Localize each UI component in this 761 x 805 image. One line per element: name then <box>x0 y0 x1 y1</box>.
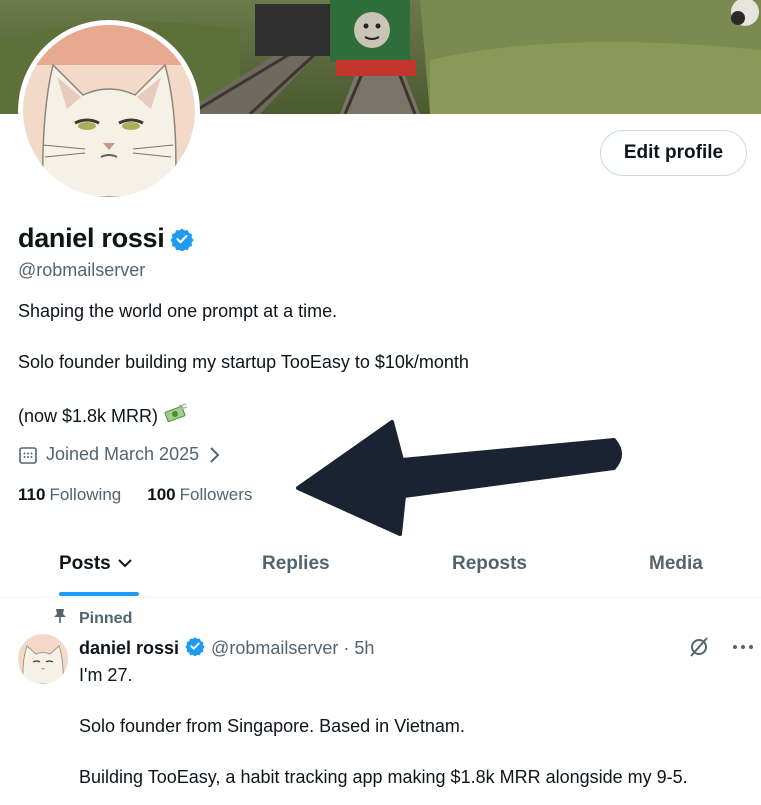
pinned-indicator: Pinned <box>53 608 132 629</box>
post-text-line-3: Building TooEasy, a habit tracking app m… <box>79 767 688 787</box>
bio-line-3-row: (now $1.8k MRR) <box>18 403 188 430</box>
joined-date-link[interactable]: Joined March 2025 <box>18 444 221 465</box>
annotation-arrow <box>296 420 622 536</box>
post-text-line-2: Solo founder from Singapore. Based in Vi… <box>79 716 465 736</box>
tab-replies-label: Replies <box>262 553 330 574</box>
profile-name-row: daniel rossi <box>18 223 195 254</box>
bio-line-3: (now $1.8k MRR) <box>18 406 159 426</box>
money-emoji-icon <box>164 403 188 430</box>
tab-reposts-label: Reposts <box>452 553 527 574</box>
follow-stats: 110 Following 100 Followers <box>18 485 252 505</box>
post-actions <box>688 636 754 658</box>
followers-label: Followers <box>179 485 253 504</box>
tab-posts[interactable]: Posts <box>59 553 133 575</box>
tab-reposts[interactable]: Reposts <box>452 553 527 575</box>
post-text-line-1: I'm 27. <box>79 665 133 685</box>
chevron-down-icon <box>117 553 133 575</box>
profile-name: daniel rossi <box>18 223 165 253</box>
bio-line-1: Shaping the world one prompt at a time. <box>18 301 338 321</box>
chevron-right-icon <box>207 446 221 464</box>
post-author-name[interactable]: daniel rossi <box>79 638 179 659</box>
grok-icon[interactable] <box>688 636 710 658</box>
active-tab-indicator <box>59 592 139 596</box>
profile-avatar[interactable] <box>18 20 200 202</box>
pin-icon <box>53 608 67 629</box>
tab-media-label: Media <box>649 553 703 574</box>
verified-badge-icon[interactable] <box>185 636 205 661</box>
following-label: Following <box>49 485 122 504</box>
post-meta: @robmailserver · 5h <box>211 638 375 658</box>
profile-handle: @robmailserver <box>18 260 146 280</box>
following-link[interactable]: 110 Following <box>18 485 121 505</box>
bio-line-2: Solo founder building my startup TooEasy… <box>18 352 469 372</box>
tab-replies[interactable]: Replies <box>262 553 330 575</box>
following-count: 110 <box>18 485 46 504</box>
more-icon[interactable] <box>732 643 754 651</box>
pinned-label: Pinned <box>79 609 133 627</box>
post-author-avatar[interactable] <box>18 634 68 684</box>
joined-date-text: Joined March 2025 <box>46 444 200 464</box>
tab-posts-label: Posts <box>59 553 111 574</box>
post-header: daniel rossi @robmailserver · 5h <box>79 636 374 661</box>
verified-badge-icon[interactable] <box>170 227 195 251</box>
profile-tabs: Posts Replies Reposts Media <box>0 540 761 598</box>
tab-media[interactable]: Media <box>649 553 703 575</box>
edit-profile-button[interactable]: Edit profile <box>600 130 747 176</box>
followers-link[interactable]: 100 Followers <box>147 485 252 505</box>
calendar-icon <box>18 445 38 465</box>
followers-count: 100 <box>147 485 176 504</box>
